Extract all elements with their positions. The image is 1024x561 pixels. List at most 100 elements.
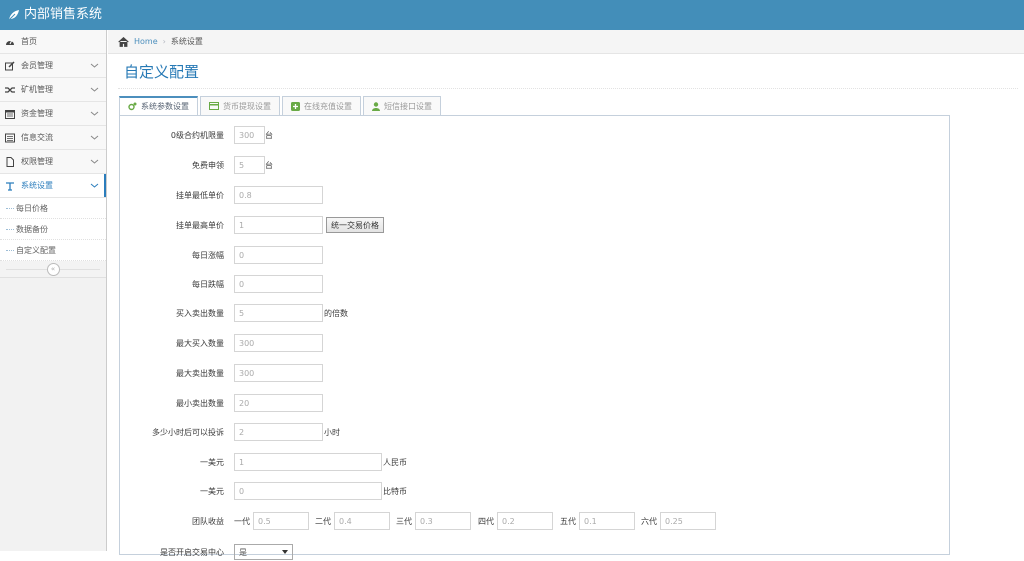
max-buy-input[interactable]: 300 (234, 334, 323, 352)
gen-2-input[interactable]: 0.4 (334, 512, 390, 530)
sidebar-item-permissions[interactable]: 权限管理 (0, 150, 106, 174)
tab-label: 在线充值设置 (304, 101, 352, 111)
sidebar-item-label: 矿机管理 (21, 85, 53, 94)
chevron-down-icon (90, 63, 99, 68)
form-row-min-sell: 最小卖出数量 20 (120, 394, 951, 412)
field-label: 一美元 (200, 457, 224, 467)
navbar: 内部销售系统 (0, 0, 1024, 30)
user-icon (372, 101, 380, 111)
gen-4-input[interactable]: 0.2 (497, 512, 553, 530)
field-label: 免费申领 (192, 160, 224, 170)
gen-6-input[interactable]: 0.25 (660, 512, 716, 530)
field-suffix: 小时 (324, 427, 340, 437)
form-row-max-sell: 最大卖出数量 300 (120, 364, 951, 382)
team-gen-6: 六代 0.25 (641, 512, 716, 530)
tab-system-params[interactable]: 系统参数设置 (119, 96, 198, 116)
field-label: 挂单最高单价 (176, 220, 224, 230)
field-suffix: 人民币 (383, 457, 407, 467)
unify-price-button[interactable]: 统一交易价格 (326, 217, 384, 233)
sidebar-subitem-label: 每日价格 (16, 203, 48, 213)
sidebar-item-label: 信息交流 (21, 133, 53, 142)
field-suffix: 台 (265, 160, 273, 170)
chevron-down-icon (90, 159, 99, 164)
sidebar-item-home[interactable]: 首页 (0, 30, 106, 54)
sidebar-item-label: 系统设置 (21, 181, 53, 190)
sidebar-item-funds[interactable]: 资金管理 (0, 102, 106, 126)
usd-cny-input[interactable]: 1 (234, 453, 382, 471)
sidebar-subitem-label: 自定义配置 (16, 245, 56, 255)
form-row-max-buy: 最大买入数量 300 (120, 334, 951, 352)
calendar-icon (5, 109, 15, 119)
home-icon (118, 36, 129, 47)
field-label: 最小卖出数量 (176, 398, 224, 408)
sidebar-item-miners[interactable]: 矿机管理 (0, 78, 106, 102)
usd-btc-input[interactable]: 0 (234, 482, 382, 500)
leaf-icon (8, 10, 19, 21)
select-value: 是 (239, 547, 247, 557)
free-apply-input[interactable]: 5 (234, 156, 265, 174)
trade-qty-input[interactable]: 5 (234, 304, 323, 322)
form-row-usd-cny: 一美元 1 人民币 (120, 453, 951, 471)
double-chevron-left-icon[interactable]: « (46, 262, 60, 276)
sidebar-item-members[interactable]: 会员管理 (0, 54, 106, 78)
chevron-down-icon (90, 87, 99, 92)
sidebar-item-settings[interactable]: 系统设置 (0, 174, 106, 198)
sidebar-collapse: « (0, 261, 106, 278)
gen-label: 五代 (560, 516, 576, 526)
sidebar-subitem-backup[interactable]: 数据备份 (0, 219, 106, 240)
plus-square-icon (291, 101, 300, 111)
field-label: 最大卖出数量 (176, 368, 224, 378)
tab-sms[interactable]: 短信接口设置 (363, 96, 441, 116)
trade-center-select[interactable]: 是 (234, 544, 293, 560)
tab-recharge[interactable]: 在线充值设置 (282, 96, 361, 116)
team-gen-3: 三代 0.3 (396, 512, 471, 530)
daily-rise-input[interactable]: 0 (234, 246, 323, 264)
max-price-input[interactable]: 1 (234, 216, 323, 234)
team-gen-4: 四代 0.2 (478, 512, 553, 530)
form-row-free-apply: 免费申领 5 台 (120, 156, 951, 174)
daily-fall-input[interactable]: 0 (234, 275, 323, 293)
tab-label: 货币提现设置 (223, 101, 271, 111)
gen-5-input[interactable]: 0.1 (579, 512, 635, 530)
form-row-daily-fall: 每日跌幅 0 (120, 275, 951, 293)
tab-label: 短信接口设置 (384, 101, 432, 111)
form-row-trade-center: 是否开启交易中心 是 (120, 543, 951, 561)
sidebar-item-label: 会员管理 (21, 61, 53, 70)
sidebar-subitem-custom-config[interactable]: 自定义配置 (0, 240, 106, 261)
breadcrumb-current: 系统设置 (170, 37, 203, 46)
field-label: 挂单最低单价 (176, 190, 224, 200)
min-sell-input[interactable]: 20 (234, 394, 323, 412)
gen-3-input[interactable]: 0.3 (415, 512, 471, 530)
machine-limit-input[interactable]: 300 (234, 126, 265, 144)
form-row-min-price: 挂单最低单价 0.8 (120, 186, 951, 204)
min-price-input[interactable]: 0.8 (234, 186, 323, 204)
sidebar: 首页 会员管理 矿机管理 资金管理 信息交流 权限管理 系统设置 每日价格 数据… (0, 30, 107, 551)
tab-withdraw[interactable]: 货币提现设置 (200, 96, 280, 116)
sidebar-subitem-daily-price[interactable]: 每日价格 (0, 198, 106, 219)
complaint-hours-input[interactable]: 2 (234, 423, 323, 441)
breadcrumb-home-link[interactable]: Home (134, 37, 158, 46)
tab-panel: 0级合约机限量 300 台 免费申领 5 台 挂单最低单价 0.8 挂单最高单价… (119, 115, 951, 560)
max-sell-input[interactable]: 300 (234, 364, 323, 382)
gen-label: 三代 (396, 516, 412, 526)
page-title: 自定义配置 (124, 63, 200, 81)
field-suffix: 台 (265, 130, 273, 140)
sidebar-item-label: 资金管理 (21, 109, 53, 118)
field-label: 买入卖出数量 (176, 308, 224, 318)
form-row-trade-qty: 买入卖出数量 5 的倍数 (120, 304, 951, 322)
gen-label: 六代 (641, 516, 657, 526)
gen-label: 四代 (478, 516, 494, 526)
team-gen-1: 一代 0.5 (234, 512, 309, 530)
gen-1-input[interactable]: 0.5 (253, 512, 309, 530)
list-icon (5, 133, 15, 143)
sidebar-item-messages[interactable]: 信息交流 (0, 126, 106, 150)
random-icon (5, 85, 15, 95)
form-row-team-income: 团队收益 一代 0.5 二代 0.4 三代 0.3 四代 0.2 五代 0.1 … (120, 512, 951, 530)
gen-label: 二代 (315, 516, 331, 526)
form-row-machine-limit: 0级合约机限量 300 台 (120, 126, 951, 144)
brand[interactable]: 内部销售系统 (8, 7, 102, 23)
team-gen-5: 五代 0.1 (560, 512, 635, 530)
team-gen-2: 二代 0.4 (315, 512, 390, 530)
chevron-down-icon (90, 111, 99, 116)
field-suffix: 比特币 (383, 486, 407, 496)
